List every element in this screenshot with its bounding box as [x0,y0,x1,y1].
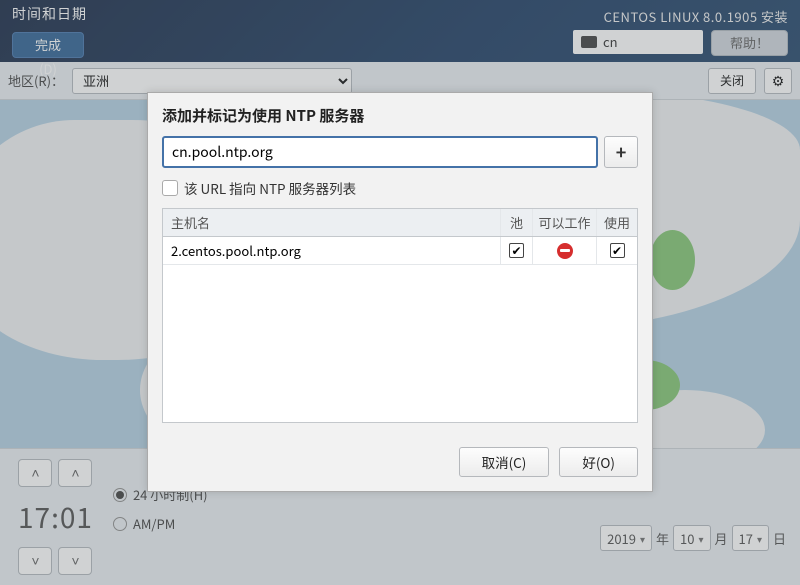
col-use: 使用 [597,209,637,236]
url-list-label: 该 URL 指向 NTP 服务器列表 [184,178,356,198]
dialog-footer: 取消(C) 好(O) [148,437,652,491]
table-header: 主机名 池 可以工作 使用 [163,209,637,237]
checkbox-icon [162,180,178,196]
col-host: 主机名 [163,209,501,236]
table-row[interactable]: 2.centos.pool.ntp.org ✔ ✔ [163,237,637,265]
cell-host: 2.centos.pool.ntp.org [163,237,501,264]
not-working-icon [557,243,573,259]
ntp-dialog: 添加并标记为使用 NTP 服务器 + 该 URL 指向 NTP 服务器列表 主机… [147,92,653,492]
checkbox-checked-icon: ✔ [610,243,625,258]
ntp-table: 主机名 池 可以工作 使用 2.centos.pool.ntp.org ✔ ✔ [162,208,638,423]
cancel-button[interactable]: 取消(C) [459,447,550,477]
dialog-title: 添加并标记为使用 NTP 服务器 [148,93,652,136]
cell-working [533,237,597,264]
ntp-url-input[interactable] [162,136,598,168]
cell-pool[interactable]: ✔ [501,237,533,264]
modal-overlay: 添加并标记为使用 NTP 服务器 + 该 URL 指向 NTP 服务器列表 主机… [0,0,800,585]
checkbox-checked-icon: ✔ [509,243,524,258]
col-pool: 池 [501,209,533,236]
dialog-body: + 该 URL 指向 NTP 服务器列表 主机名 池 可以工作 使用 2.cen… [148,136,652,437]
url-list-checkbox-row[interactable]: 该 URL 指向 NTP 服务器列表 [162,178,638,198]
add-server-button[interactable]: + [604,136,638,168]
col-working: 可以工作 [533,209,597,236]
cell-use[interactable]: ✔ [597,237,637,264]
ok-button[interactable]: 好(O) [559,447,638,477]
